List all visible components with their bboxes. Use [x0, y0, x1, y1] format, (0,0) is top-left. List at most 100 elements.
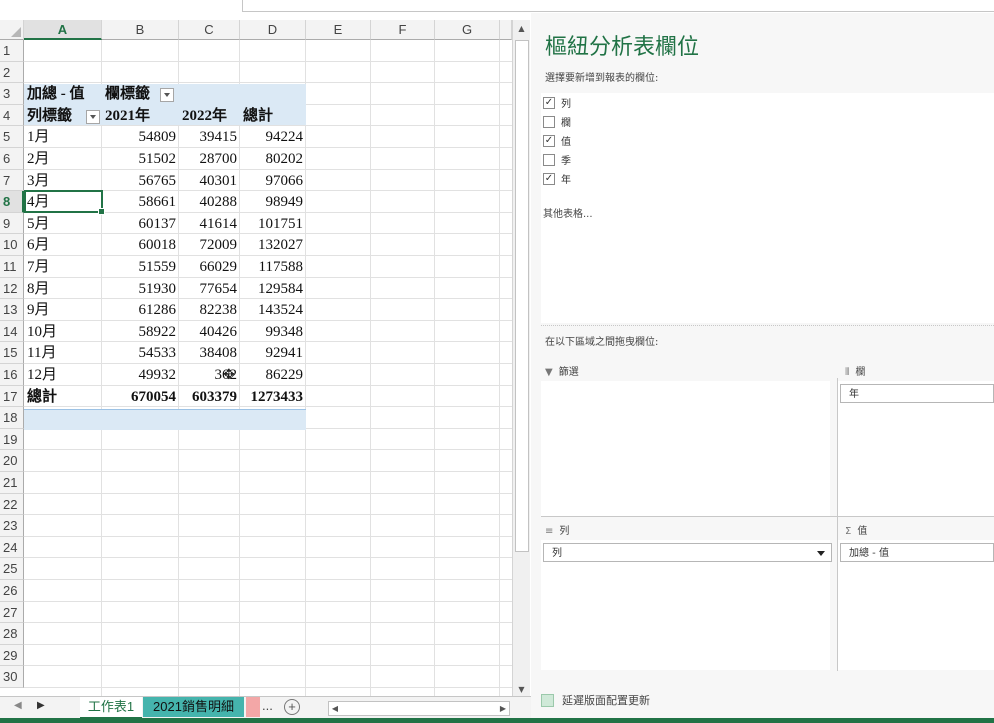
column-header-B[interactable]: B — [102, 20, 179, 40]
row-header-6[interactable]: 6 — [0, 148, 24, 170]
rows-field-pill[interactable]: 列 — [543, 543, 832, 562]
spreadsheet-grid[interactable]: ABCDEFG 1 2 3 4 5 6 7 8 9 10 11 12 13 14 15 16 17 18 19 20 2… — [0, 20, 512, 696]
pivot-cell-2022[interactable]: 40426 — [179, 322, 238, 344]
row-header-3[interactable]: 3 — [0, 83, 24, 105]
column-header-D[interactable]: D — [240, 20, 306, 40]
pivot-cell-total[interactable]: 143524 — [240, 300, 303, 322]
field-item[interactable]: 季 — [543, 154, 571, 170]
pivot-header-total[interactable]: 總計 — [243, 106, 273, 128]
pivot-cell-2022[interactable]: 28700 — [179, 149, 238, 171]
pivot-cell-2021[interactable]: 61286 — [102, 300, 177, 322]
pivot-row-month[interactable]: 8月 — [27, 279, 50, 301]
select-all-corner[interactable] — [0, 20, 24, 40]
row-header-22[interactable]: 22 — [0, 493, 24, 516]
filters-area[interactable] — [541, 381, 830, 516]
pivot-header-2022[interactable]: 2022年 — [182, 106, 227, 128]
pivot-value-label[interactable]: 加總 - 值 — [27, 84, 85, 106]
pivot-cell-total[interactable]: 92941 — [240, 343, 304, 365]
pivot-row-month[interactable]: 12月 — [27, 365, 57, 387]
row-header-13[interactable]: 13 — [0, 299, 24, 321]
checkbox-checked-icon[interactable]: ✓ — [543, 97, 555, 109]
row-header-18[interactable]: 18 — [0, 407, 24, 429]
pivot-cell-2021[interactable]: 51930 — [102, 279, 177, 301]
row-header-2[interactable]: 2 — [0, 61, 24, 84]
chevron-down-icon[interactable] — [817, 551, 825, 556]
row-header-15[interactable]: 15 — [0, 342, 24, 364]
defer-update[interactable]: 延遲版面配置更新 — [541, 692, 650, 708]
pivot-cell-2021[interactable]: 56765 — [102, 171, 177, 193]
hscroll-left-icon[interactable]: ◀ — [329, 702, 341, 715]
row-header-12[interactable]: 12 — [0, 277, 24, 300]
row-header-1[interactable]: 1 — [0, 40, 24, 62]
pivot-grand-total[interactable]: 1273433 — [240, 387, 304, 409]
column-header-E[interactable]: E — [306, 20, 371, 40]
row-header-10[interactable]: 10 — [0, 234, 24, 256]
pivot-cell-2021[interactable]: 54533 — [102, 343, 177, 365]
pivot-cell-2022[interactable]: 72009 — [179, 235, 238, 257]
more-sheets[interactable]: ... — [262, 698, 273, 713]
row-label-filter-dropdown[interactable] — [86, 110, 100, 124]
field-item[interactable]: ✓ 年 — [543, 173, 571, 189]
sheet-tab-2[interactable]: 2021銷售明細 — [143, 697, 244, 717]
row-header-28[interactable]: 28 — [0, 623, 24, 645]
pivot-row-month[interactable]: 6月 — [27, 235, 50, 257]
pivot-cell-2021[interactable]: 58661 — [102, 192, 177, 214]
col-label-filter-dropdown[interactable] — [160, 88, 174, 102]
pivot-cell-2021[interactable]: 49932 — [102, 365, 177, 387]
row-header-8[interactable]: 8 — [0, 191, 24, 213]
field-item[interactable]: ✓ 值 — [543, 135, 571, 151]
pivot-cell-2022[interactable]: 66029 — [179, 257, 238, 279]
pivot-cell-total[interactable]: 94224 — [240, 127, 304, 149]
row-header-30[interactable]: 30 — [0, 666, 24, 688]
row-header-7[interactable]: 7 — [0, 169, 24, 192]
row-header-25[interactable]: 25 — [0, 558, 24, 580]
formula-bar[interactable] — [242, 0, 994, 12]
pivot-cell-2021[interactable]: 54809 — [102, 127, 177, 149]
row-header-21[interactable]: 21 — [0, 472, 24, 494]
pivot-grand-total-label[interactable]: 總計 — [27, 387, 57, 409]
pivot-cell-2021[interactable]: 51502 — [102, 149, 177, 171]
pivot-row-month[interactable]: 2月 — [27, 149, 50, 171]
scroll-thumb[interactable] — [515, 40, 529, 552]
row-header-26[interactable]: 26 — [0, 580, 24, 602]
column-header-F[interactable]: F — [371, 20, 435, 40]
pivot-cell-total[interactable]: 97066 — [240, 171, 304, 193]
row-header-24[interactable]: 24 — [0, 536, 24, 559]
pivot-column-label[interactable]: 欄標籤 — [105, 84, 150, 106]
pivot-cell-2022[interactable]: 40288 — [179, 192, 238, 214]
values-field-pill[interactable]: 加總 - 值 — [840, 543, 994, 562]
row-header-11[interactable]: 11 — [0, 256, 24, 278]
sheet-tab-1[interactable]: 工作表1 — [80, 697, 142, 719]
column-header-A[interactable]: A — [24, 20, 102, 40]
pivot-row-month[interactable]: 9月 — [27, 300, 50, 322]
column-header-C[interactable]: C — [179, 20, 240, 40]
row-header-9[interactable]: 9 — [0, 212, 24, 235]
horizontal-scrollbar[interactable]: ◀ ▶ — [328, 701, 510, 716]
pivot-cell-total[interactable]: 86229 — [240, 365, 304, 387]
hscroll-right-icon[interactable]: ▶ — [497, 702, 509, 715]
pivot-cell-2022[interactable]: 82238 — [179, 300, 238, 322]
checkbox-checked-icon[interactable]: ✓ — [543, 135, 555, 147]
add-sheet-icon[interactable]: + — [284, 699, 300, 715]
pivot-cell-total[interactable]: 98949 — [240, 192, 304, 214]
row-header-20[interactable]: 20 — [0, 450, 24, 472]
scroll-up-icon[interactable]: ▲ — [514, 21, 529, 36]
column-header-G[interactable]: G — [435, 20, 500, 40]
sheet-tab-3[interactable] — [246, 697, 260, 717]
more-tables-link[interactable]: 其他表格... — [543, 205, 593, 220]
pivot-cell-total[interactable]: 80202 — [240, 149, 304, 171]
scroll-down-icon[interactable]: ▼ — [514, 682, 529, 697]
pivot-cell-2022[interactable]: 40301 — [179, 171, 238, 193]
checkbox-unchecked-icon[interactable] — [543, 116, 555, 128]
pivot-cell-total[interactable]: 101751 — [240, 214, 303, 236]
pivot-row-label[interactable]: 列標籤 — [27, 106, 72, 128]
tab-scroll-right-icon[interactable]: ▶ — [37, 700, 45, 711]
selected-cell-A8[interactable] — [24, 190, 105, 215]
pivot-cell-2022[interactable]: 38408 — [179, 343, 238, 365]
row-header-5[interactable]: 5 — [0, 126, 24, 148]
row-header-27[interactable]: 27 — [0, 601, 24, 624]
pivot-row-month[interactable]: 7月 — [27, 257, 50, 279]
pivot-grand-2022[interactable]: 603379 — [179, 387, 237, 409]
pivot-grand-2021[interactable]: 670054 — [102, 387, 176, 409]
defer-checkbox[interactable] — [541, 693, 554, 707]
